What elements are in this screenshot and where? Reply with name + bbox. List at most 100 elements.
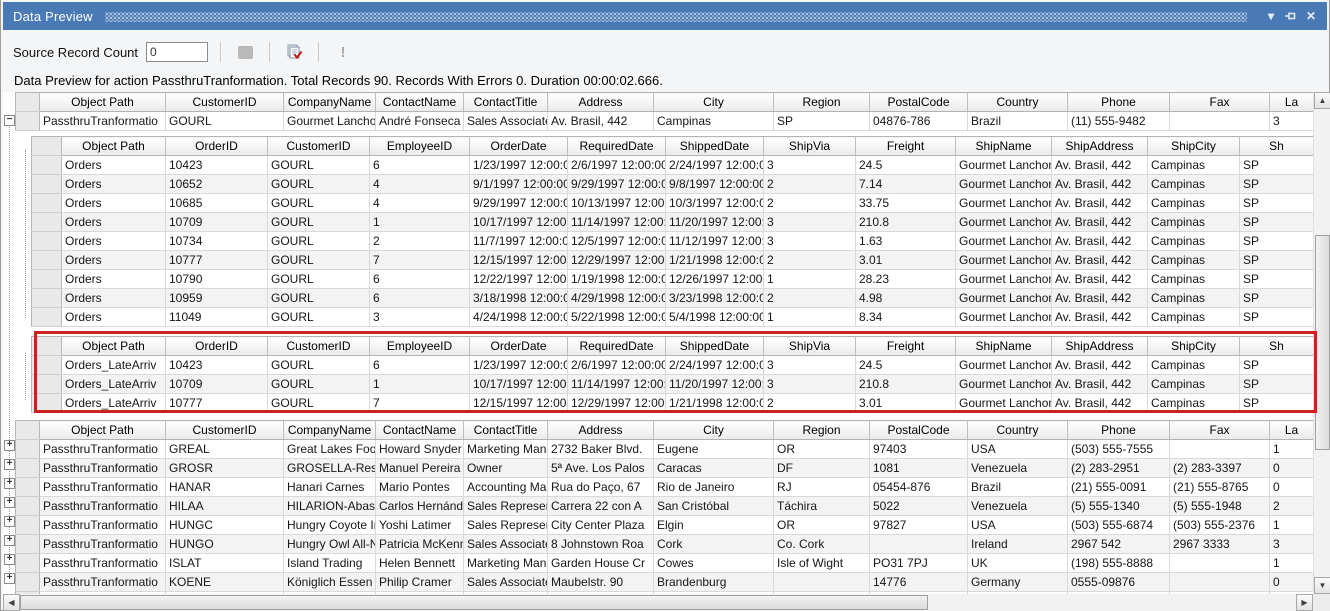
grid-cell[interactable]: OR <box>774 516 870 535</box>
column-header-shipcity[interactable]: ShipCity <box>1148 137 1240 156</box>
column-header-employeeid[interactable]: EmployeeID <box>370 337 470 356</box>
column-header-shipaddress[interactable]: ShipAddress <box>1052 137 1148 156</box>
grid-cell[interactable]: 05454-876 <box>870 478 968 497</box>
grid-cell[interactable]: 0555-09876 <box>1068 573 1170 592</box>
grid-cell[interactable]: Orders <box>62 251 166 270</box>
grid-cell[interactable]: 2732 Baker Blvd. <box>548 440 654 459</box>
grid-cell[interactable]: SP <box>1240 289 1314 308</box>
grid-cell[interactable]: 8 Johnstown Roa <box>548 535 654 554</box>
expand-toggle[interactable]: + <box>4 459 15 470</box>
grid-cell[interactable]: PassthruTranformatio <box>40 497 166 516</box>
grid-cell[interactable]: (21) 555-8765 <box>1170 478 1270 497</box>
grid-cell[interactable]: Gourmet Lanchon <box>956 308 1052 327</box>
row-header-corner[interactable] <box>16 421 40 440</box>
column-header-object-path[interactable]: Object Path <box>40 93 166 112</box>
grid-cell[interactable]: (503) 555-2376 <box>1170 516 1270 535</box>
row-header[interactable] <box>16 573 40 592</box>
grid-cell[interactable]: GOURL <box>268 270 370 289</box>
grid-cell[interactable]: 97403 <box>870 440 968 459</box>
grid-cell[interactable]: Howard Snyder <box>376 440 464 459</box>
grid-cell[interactable]: PassthruTranformatio <box>40 573 166 592</box>
grid-cell[interactable]: HANAR <box>166 478 284 497</box>
grid-cell[interactable]: Venezuela <box>968 459 1068 478</box>
row-header-corner[interactable] <box>32 337 62 356</box>
grid-cell[interactable]: Yoshi Latimer <box>376 516 464 535</box>
grid-cell[interactable]: 04876-786 <box>870 112 968 131</box>
grid-cell[interactable]: 10/13/1997 12:00: <box>568 194 666 213</box>
grid-cell[interactable]: HUNGC <box>166 516 284 535</box>
grid-cell[interactable]: 7 <box>370 251 470 270</box>
grid-cell[interactable]: (5) 555-1340 <box>1068 497 1170 516</box>
column-header-shipname[interactable]: ShipName <box>956 137 1052 156</box>
grid-cell[interactable] <box>1170 554 1270 573</box>
grid-cell[interactable]: PassthruTranformatio <box>40 112 166 131</box>
row-header[interactable] <box>32 156 62 175</box>
grid-cell[interactable]: PassthruTranformatio <box>40 478 166 497</box>
grid-cell[interactable]: Königlich Essen <box>284 573 376 592</box>
grid-cell[interactable]: Rio de Janeiro <box>654 478 774 497</box>
grid-cell[interactable]: 2 <box>764 251 856 270</box>
row-header[interactable] <box>32 356 62 375</box>
grid-cell[interactable]: Cork <box>654 535 774 554</box>
grid-cell[interactable]: 3/18/1998 12:00:0 <box>470 289 568 308</box>
grid-cell[interactable]: Sales Representa <box>464 497 548 516</box>
row-header[interactable] <box>32 232 62 251</box>
row-header[interactable] <box>16 535 40 554</box>
expand-toggle[interactable]: + <box>4 497 15 508</box>
grid-cell[interactable]: Av. Brasil, 442 <box>1052 270 1148 289</box>
row-header[interactable] <box>32 375 62 394</box>
column-header-contactname[interactable]: ContactName <box>376 421 464 440</box>
grid-cell[interactable] <box>870 535 968 554</box>
grid-cell[interactable]: SP <box>1240 251 1314 270</box>
column-header-companyname[interactable]: CompanyName <box>284 421 376 440</box>
grid-cell[interactable]: Carrera 22 con A <box>548 497 654 516</box>
scroll-left-button[interactable]: ◀ <box>3 594 20 611</box>
grid-cell[interactable]: City Center Plaza <box>548 516 654 535</box>
grid-cell[interactable]: 1 <box>1270 554 1314 573</box>
grid-cell[interactable]: Marketing Manag <box>464 554 548 573</box>
grid-cell[interactable]: 6 <box>370 289 470 308</box>
grid-cell[interactable]: Maubelstr. 90 <box>548 573 654 592</box>
grid-cell[interactable]: Brazil <box>968 112 1068 131</box>
grid-cell[interactable]: SP <box>1240 356 1314 375</box>
grid-cell[interactable]: SP <box>1240 375 1314 394</box>
grid-cell[interactable]: 2 <box>764 289 856 308</box>
grid-cell[interactable]: 1/23/1997 12:00:0 <box>470 356 568 375</box>
row-header[interactable] <box>32 175 62 194</box>
grid-cell[interactable]: Sales Associate <box>464 573 548 592</box>
row-header[interactable] <box>32 289 62 308</box>
grid-cell[interactable]: 1 <box>1270 440 1314 459</box>
column-header-shipvia[interactable]: ShipVia <box>764 337 856 356</box>
grid-cell[interactable]: 10423 <box>166 156 268 175</box>
row-header[interactable] <box>32 394 62 413</box>
grid-cell[interactable]: 3 <box>764 213 856 232</box>
grid-cell[interactable]: 3 <box>370 308 470 327</box>
grid-cell[interactable]: 2 <box>1270 497 1314 516</box>
grid-cell[interactable]: 11049 <box>166 308 268 327</box>
grid-cell[interactable]: 5/22/1998 12:00:0 <box>568 308 666 327</box>
column-header-object-path[interactable]: Object Path <box>40 421 166 440</box>
grid-cell[interactable]: 10/3/1997 12:00:0 <box>666 194 764 213</box>
grid-cell[interactable]: 1/23/1997 12:00:0 <box>470 156 568 175</box>
grid-cell[interactable]: DF <box>774 459 870 478</box>
grid-cell[interactable]: SP <box>1240 156 1314 175</box>
auto-hide-pin-icon[interactable] <box>1281 6 1301 26</box>
grid-cell[interactable]: 1/21/1998 12:00:0 <box>666 394 764 413</box>
grid-cell[interactable]: 0 <box>1270 478 1314 497</box>
grid-cell[interactable]: Orders <box>62 308 166 327</box>
horizontal-scrollbar[interactable]: ◀ ▶ <box>3 594 1313 611</box>
grid-cell[interactable]: Manuel Pereira <box>376 459 464 478</box>
row-header[interactable] <box>16 459 40 478</box>
grid-cell[interactable]: 9/29/1997 12:00:0 <box>470 194 568 213</box>
column-header-shippeddate[interactable]: ShippedDate <box>666 137 764 156</box>
column-header-object-path[interactable]: Object Path <box>62 337 166 356</box>
column-header-companyname[interactable]: CompanyName <box>284 93 376 112</box>
grid-cell[interactable]: Av. Brasil, 442 <box>1052 194 1148 213</box>
grid-cell[interactable]: 10709 <box>166 213 268 232</box>
grid-cell[interactable]: 11/20/1997 12:00: <box>666 375 764 394</box>
grid-cell[interactable]: Táchira <box>774 497 870 516</box>
grid-cell[interactable]: 2967 542 <box>1068 535 1170 554</box>
grid-cell[interactable]: André Fonseca <box>376 112 464 131</box>
grid-cell[interactable]: Av. Brasil, 442 <box>1052 251 1148 270</box>
grid-cell[interactable]: Gourmet Lanchon <box>956 194 1052 213</box>
